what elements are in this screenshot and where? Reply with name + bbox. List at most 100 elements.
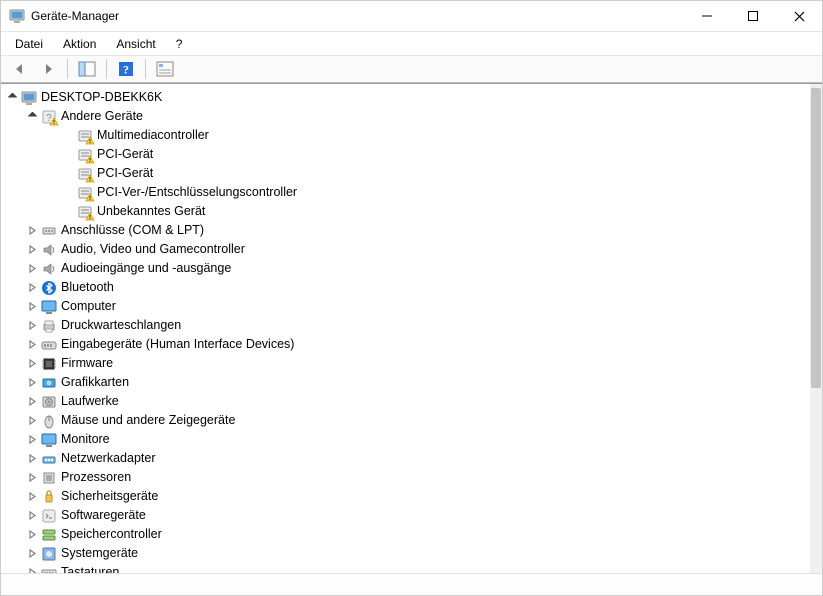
device-generic-icon	[77, 147, 93, 163]
chevron-right-icon[interactable]	[25, 357, 39, 371]
tree-category[interactable]: Anschlüsse (COM & LPT)	[5, 221, 810, 240]
tree-item-other-device[interactable]: PCI-Gerät	[5, 145, 810, 164]
menu-file[interactable]: Datei	[5, 34, 53, 54]
tree-item-label: Firmware	[61, 354, 119, 373]
gpu-icon	[41, 375, 57, 391]
menu-view[interactable]: Ansicht	[106, 34, 165, 54]
device-generic-icon	[77, 128, 93, 144]
close-button[interactable]	[776, 1, 822, 31]
device-generic-icon	[77, 204, 93, 220]
tree-category[interactable]: Bluetooth	[5, 278, 810, 297]
tree-category[interactable]: Sicherheitsgeräte	[5, 487, 810, 506]
device-manager-window: Geräte-Manager Datei Aktion Ansicht ?	[0, 0, 823, 596]
tree-root[interactable]: DESKTOP-DBEKK6K	[5, 88, 810, 107]
tree-category[interactable]: Monitore	[5, 430, 810, 449]
tree-item-other-device[interactable]: Multimediacontroller	[5, 126, 810, 145]
printer-icon	[41, 318, 57, 334]
device-tree[interactable]: DESKTOP-DBEKK6KAndere GeräteMultimediaco…	[1, 84, 810, 573]
chevron-down-icon[interactable]	[5, 91, 19, 105]
tree-item-label: Multimediacontroller	[97, 126, 215, 145]
tree-item-label: Bluetooth	[61, 278, 120, 297]
tree-category[interactable]: Druckwarteschlangen	[5, 316, 810, 335]
chevron-right-icon[interactable]	[25, 509, 39, 523]
tree-item-label: Speichercontroller	[61, 525, 168, 544]
mouse-icon	[41, 413, 57, 429]
chevron-right-icon[interactable]	[25, 528, 39, 542]
tree-category-other-devices[interactable]: Andere Geräte	[5, 107, 810, 126]
chevron-right-icon[interactable]	[25, 224, 39, 238]
svg-text:?: ?	[123, 63, 129, 77]
properties-button[interactable]	[152, 58, 178, 80]
tree-category[interactable]: Audio, Video und Gamecontroller	[5, 240, 810, 259]
menu-action[interactable]: Aktion	[53, 34, 106, 54]
monitor-icon	[41, 432, 57, 448]
show-hide-tree-button[interactable]	[74, 58, 100, 80]
tree-category[interactable]: Speichercontroller	[5, 525, 810, 544]
chevron-right-icon[interactable]	[25, 414, 39, 428]
tree-item-label: Eingabegeräte (Human Interface Devices)	[61, 335, 300, 354]
chevron-right-icon[interactable]	[25, 319, 39, 333]
minimize-button[interactable]	[684, 1, 730, 31]
chevron-right-icon[interactable]	[25, 300, 39, 314]
software-icon	[41, 508, 57, 524]
back-button[interactable]	[7, 58, 33, 80]
toolbar-separator	[106, 59, 107, 79]
tree-category[interactable]: Mäuse und andere Zeigegeräte	[5, 411, 810, 430]
chevron-right-icon[interactable]	[25, 262, 39, 276]
tree-item-label: Computer	[61, 297, 122, 316]
tree-item-label: Druckwarteschlangen	[61, 316, 187, 335]
chevron-right-icon[interactable]	[25, 376, 39, 390]
tree-category[interactable]: Softwaregeräte	[5, 506, 810, 525]
chevron-right-icon[interactable]	[25, 281, 39, 295]
chevron-right-icon[interactable]	[25, 243, 39, 257]
forward-button[interactable]	[35, 58, 61, 80]
chevron-right-icon[interactable]	[25, 490, 39, 504]
statusbar	[1, 573, 822, 595]
network-icon	[41, 451, 57, 467]
chevron-right-icon[interactable]	[25, 395, 39, 409]
maximize-button[interactable]	[730, 1, 776, 31]
menu-help[interactable]: ?	[166, 34, 193, 54]
device-generic-icon	[77, 166, 93, 182]
monitor-icon	[41, 299, 57, 315]
tree-category[interactable]: Computer	[5, 297, 810, 316]
toolbar-separator	[145, 59, 146, 79]
tree-category[interactable]: Prozessoren	[5, 468, 810, 487]
chevron-right-icon[interactable]	[25, 547, 39, 561]
tree-category[interactable]: Audioeingänge und -ausgänge	[5, 259, 810, 278]
unknown-icon	[41, 109, 57, 125]
tree-item-label: Audioeingänge und -ausgänge	[61, 259, 237, 278]
tree-category[interactable]: Systemgeräte	[5, 544, 810, 563]
chevron-right-icon[interactable]	[25, 452, 39, 466]
toolbar-separator	[67, 59, 68, 79]
app-icon	[9, 8, 25, 24]
titlebar: Geräte-Manager	[1, 1, 822, 31]
tree-item-label: Monitore	[61, 430, 116, 449]
chevron-right-icon[interactable]	[25, 433, 39, 447]
tree-category[interactable]: Laufwerke	[5, 392, 810, 411]
tree-item-label: Netzwerkadapter	[61, 449, 162, 468]
vertical-scrollbar[interactable]	[810, 84, 822, 573]
scrollbar-thumb[interactable]	[811, 88, 821, 388]
tree-item-other-device[interactable]: Unbekanntes Gerät	[5, 202, 810, 221]
help-button[interactable]: ?	[113, 58, 139, 80]
speaker-icon	[41, 261, 57, 277]
hid-icon	[41, 337, 57, 353]
chevron-down-icon[interactable]	[25, 110, 39, 124]
tree-category[interactable]: Tastaturen	[5, 563, 810, 573]
tree-item-label: DESKTOP-DBEKK6K	[41, 88, 168, 107]
security-icon	[41, 489, 57, 505]
chevron-right-icon[interactable]	[25, 471, 39, 485]
tree-item-other-device[interactable]: PCI-Gerät	[5, 164, 810, 183]
chevron-right-icon[interactable]	[25, 566, 39, 574]
window-controls	[684, 1, 822, 31]
tree-category[interactable]: Netzwerkadapter	[5, 449, 810, 468]
tree-item-label: PCI-Gerät	[97, 145, 159, 164]
tree-item-label: Softwaregeräte	[61, 506, 152, 525]
tree-item-label: Unbekanntes Gerät	[97, 202, 211, 221]
tree-category[interactable]: Grafikkarten	[5, 373, 810, 392]
tree-item-other-device[interactable]: PCI-Ver-/Entschlüsselungscontroller	[5, 183, 810, 202]
tree-category[interactable]: Firmware	[5, 354, 810, 373]
chevron-right-icon[interactable]	[25, 338, 39, 352]
tree-category[interactable]: Eingabegeräte (Human Interface Devices)	[5, 335, 810, 354]
